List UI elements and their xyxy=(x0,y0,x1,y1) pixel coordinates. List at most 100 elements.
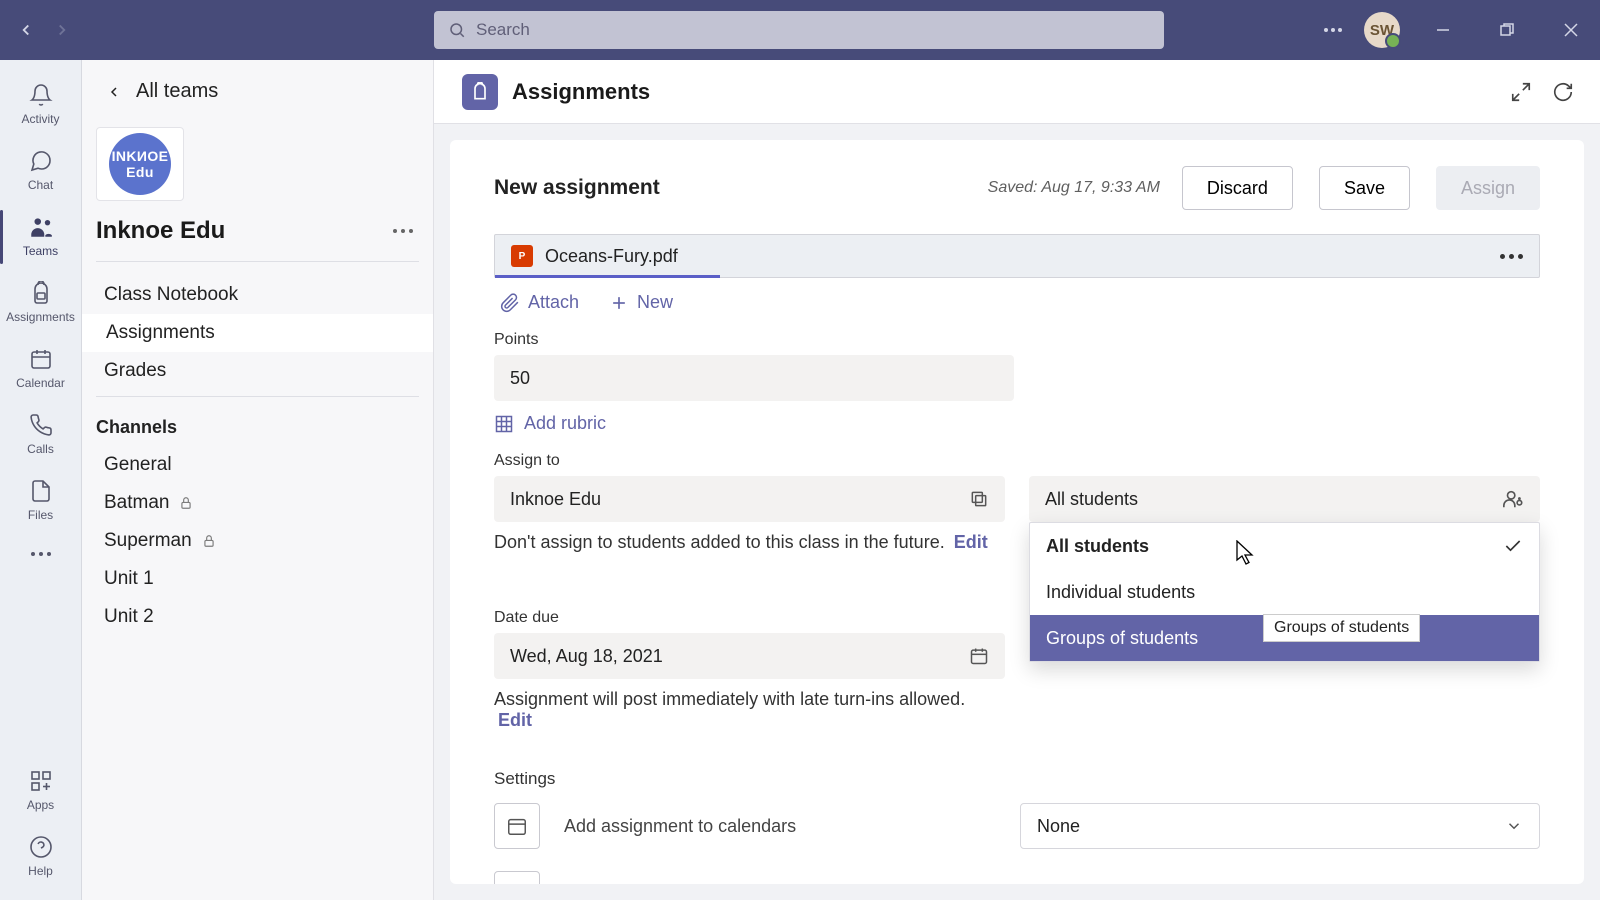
chevron-left-icon xyxy=(106,84,122,100)
rail-apps[interactable]: Apps xyxy=(0,758,81,824)
nav-grades[interactable]: Grades xyxy=(82,352,433,390)
back-to-teams[interactable]: All teams xyxy=(82,60,433,109)
nav-assignments[interactable]: Assignments xyxy=(82,314,433,352)
rail-calendar[interactable]: Calendar xyxy=(0,336,81,402)
post-note: Assignment will post immediately with la… xyxy=(494,689,1005,731)
rail-activity[interactable]: Activity xyxy=(0,72,81,138)
title-bar: SW xyxy=(0,0,1600,60)
rail-label: Help xyxy=(28,864,53,878)
attachment-filename: Oceans-Fury.pdf xyxy=(545,246,678,267)
lock-icon xyxy=(179,496,193,510)
class-picker[interactable]: Inknoe Edu xyxy=(494,476,1005,522)
paperclip-icon xyxy=(500,293,520,313)
expand-icon[interactable] xyxy=(1510,81,1532,103)
rail-chat[interactable]: Chat xyxy=(0,138,81,204)
calendar-setting-value: None xyxy=(1037,816,1080,837)
attach-label: Attach xyxy=(528,292,579,313)
main-area: Assignments New assignment Saved: Aug 17… xyxy=(434,60,1600,900)
rail-more[interactable] xyxy=(31,534,51,574)
rail-calls[interactable]: Calls xyxy=(0,402,81,468)
help-icon xyxy=(28,834,54,860)
attach-button[interactable]: Attach xyxy=(500,292,579,313)
team-sidebar: All teams INKИOEEdu Inknoe Edu Class Not… xyxy=(82,60,434,900)
history-forward-button[interactable] xyxy=(44,12,80,48)
assign-button[interactable]: Assign xyxy=(1436,166,1540,210)
team-icon-line2: Edu xyxy=(126,164,154,180)
settings-more-icon[interactable] xyxy=(1324,28,1342,32)
save-button[interactable]: Save xyxy=(1319,166,1410,210)
page-title: Assignments xyxy=(512,79,650,105)
students-picker[interactable]: All students xyxy=(1029,476,1540,522)
attachment-more-menu[interactable] xyxy=(1500,254,1523,259)
rubric-grid-icon xyxy=(494,414,514,434)
user-avatar[interactable]: SW xyxy=(1364,12,1400,48)
rail-label: Activity xyxy=(21,112,59,126)
nav-class-notebook[interactable]: Class Notebook xyxy=(82,276,433,314)
form-title: New assignment xyxy=(494,176,660,200)
file-icon xyxy=(28,478,54,504)
search-box[interactable] xyxy=(434,11,1164,49)
assignment-form: New assignment Saved: Aug 17, 9:33 AM Di… xyxy=(450,140,1584,884)
main-header: Assignments xyxy=(434,60,1600,124)
discard-button[interactable]: Discard xyxy=(1182,166,1293,210)
rail-label: Teams xyxy=(23,244,58,258)
assign-to-label: Assign to xyxy=(494,452,1540,470)
channel-unit1[interactable]: Unit 1 xyxy=(82,560,433,598)
channel-unit2[interactable]: Unit 2 xyxy=(82,598,433,636)
apps-icon xyxy=(28,768,54,794)
channel-batman[interactable]: Batman xyxy=(82,484,433,522)
dropdown-option-individual[interactable]: Individual students xyxy=(1030,569,1539,615)
rail-label: Files xyxy=(28,508,53,522)
option-label: Groups of students xyxy=(1046,628,1198,649)
rail-label: Chat xyxy=(28,178,53,192)
rail-label: Calls xyxy=(27,442,54,456)
window-minimize-button[interactable] xyxy=(1422,9,1464,51)
due-date-picker[interactable]: Wed, Aug 18, 2021 xyxy=(494,633,1005,679)
history-back-button[interactable] xyxy=(8,12,44,48)
rail-files[interactable]: Files xyxy=(0,468,81,534)
calendar-setting-icon xyxy=(494,803,540,849)
calendar-icon xyxy=(28,346,54,372)
plus-icon xyxy=(609,293,629,313)
chat-icon xyxy=(28,148,54,174)
dropdown-option-all[interactable]: All students xyxy=(1030,523,1539,569)
team-avatar[interactable]: INKИOEEdu xyxy=(96,127,184,201)
rail-label: Calendar xyxy=(16,376,65,390)
channel-setting-icon xyxy=(494,871,540,884)
points-input[interactable]: 50 xyxy=(494,355,1014,401)
channel-label: Superman xyxy=(104,530,192,552)
class-value: Inknoe Edu xyxy=(510,489,601,510)
rail-assignments[interactable]: Assignments xyxy=(0,270,81,336)
settings-label: Settings xyxy=(494,769,1540,789)
notify-channel-name: General xyxy=(928,884,995,885)
rail-help[interactable]: Help xyxy=(0,824,81,890)
channel-label: Unit 2 xyxy=(104,606,154,628)
team-more-menu[interactable] xyxy=(393,229,413,233)
attachment-item[interactable]: P Oceans-Fury.pdf xyxy=(494,234,1540,278)
channel-label: Batman xyxy=(104,492,169,514)
rail-label: Apps xyxy=(27,798,54,812)
edit-schedule-link[interactable]: Edit xyxy=(498,710,532,730)
app-rail: Activity Chat Teams Assignments Calendar… xyxy=(0,60,82,900)
option-label: Individual students xyxy=(1046,582,1195,603)
channel-superman[interactable]: Superman xyxy=(82,522,433,560)
edit-notify-link[interactable]: Edit xyxy=(1020,884,1054,885)
students-value: All students xyxy=(1045,489,1138,510)
points-label: Points xyxy=(494,331,1540,349)
search-input[interactable] xyxy=(476,20,1150,40)
refresh-icon[interactable] xyxy=(1552,81,1574,103)
future-students-note: Don't assign to students added to this c… xyxy=(494,532,1005,553)
calendar-setting-select[interactable]: None xyxy=(1020,803,1540,849)
add-rubric-label: Add rubric xyxy=(524,413,606,434)
new-button[interactable]: New xyxy=(609,292,673,313)
calendar-pick-icon xyxy=(969,646,989,666)
channel-general[interactable]: General xyxy=(82,446,433,484)
dropdown-tooltip: Groups of students xyxy=(1263,614,1420,642)
channel-label: Unit 1 xyxy=(104,568,154,590)
add-rubric-button[interactable]: Add rubric xyxy=(494,413,1540,434)
window-close-button[interactable] xyxy=(1550,9,1592,51)
edit-future-link[interactable]: Edit xyxy=(954,532,988,552)
rail-teams[interactable]: Teams xyxy=(0,204,81,270)
window-maximize-button[interactable] xyxy=(1486,9,1528,51)
chevron-down-icon xyxy=(1505,817,1523,835)
